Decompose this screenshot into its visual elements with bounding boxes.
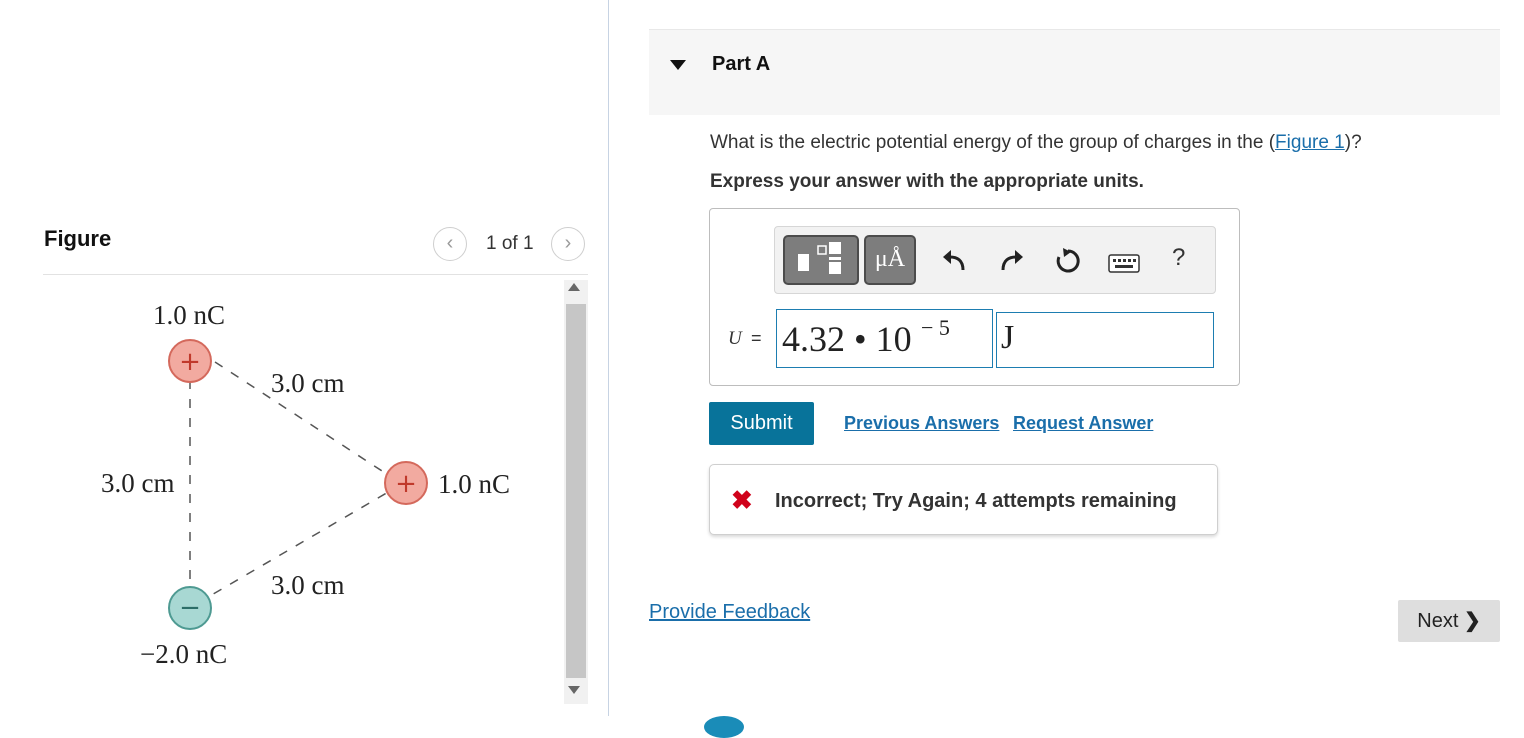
instruction-text: Express your answer with the appropriate… bbox=[710, 171, 1144, 192]
distance-label-bottom-right: 3.0 cm bbox=[271, 570, 345, 600]
figure-link[interactable]: Figure 1 bbox=[1275, 132, 1345, 153]
provide-feedback-link[interactable]: Provide Feedback bbox=[649, 601, 810, 624]
next-button-label: Next bbox=[1417, 610, 1459, 632]
charge-label-right: 1.0 nC bbox=[438, 469, 510, 499]
scroll-up-arrow-icon[interactable] bbox=[568, 283, 580, 291]
chevron-right-icon: › bbox=[564, 232, 572, 254]
x-icon: ✖ bbox=[731, 485, 753, 515]
figure-title: Figure bbox=[44, 226, 112, 251]
value-input-text[interactable]: 4.32 • 10 bbox=[782, 318, 912, 360]
question-text: What is the electric potential energy of… bbox=[710, 132, 1362, 153]
charge-label-top: 1.0 nC bbox=[153, 300, 225, 330]
part-title: Part A bbox=[712, 53, 771, 75]
previous-figure-button[interactable]: ‹ bbox=[433, 227, 467, 261]
panel-divider bbox=[608, 0, 609, 716]
part-header[interactable] bbox=[649, 29, 1500, 115]
keyboard-icon[interactable] bbox=[1108, 254, 1140, 274]
help-bubble-icon[interactable] bbox=[704, 716, 744, 738]
distance-label-left: 3.0 cm bbox=[101, 468, 175, 498]
chevron-left-icon: ‹ bbox=[446, 232, 454, 254]
charge-label-bottom: −2.0 nC bbox=[140, 639, 227, 669]
feedback-message: Incorrect; Try Again; 4 attempts remaini… bbox=[775, 490, 1177, 512]
units-button[interactable]: μÅ bbox=[864, 235, 916, 285]
redo-icon[interactable] bbox=[997, 246, 1027, 276]
figure-divider bbox=[43, 274, 588, 275]
negative-charge-bottom: − bbox=[168, 586, 212, 630]
value-exponent[interactable]: − 5 bbox=[921, 315, 950, 341]
templates-button[interactable] bbox=[783, 235, 859, 285]
units-input-text[interactable]: J bbox=[1001, 319, 1014, 357]
distance-label-top-right: 3.0 cm bbox=[271, 368, 345, 398]
scroll-down-arrow-icon[interactable] bbox=[568, 686, 580, 694]
next-button[interactable]: Next ❯ bbox=[1398, 600, 1500, 642]
scrollbar-thumb[interactable] bbox=[566, 304, 586, 678]
positive-charge-top: + bbox=[168, 339, 212, 383]
svg-text:−: − bbox=[179, 593, 201, 623]
units-input[interactable] bbox=[996, 312, 1214, 368]
svg-text:+: + bbox=[179, 347, 201, 377]
help-button[interactable]: ? bbox=[1172, 244, 1185, 272]
reset-icon[interactable] bbox=[1053, 246, 1083, 276]
next-figure-button[interactable]: › bbox=[551, 227, 585, 261]
fraction-template-icon bbox=[798, 242, 841, 274]
variable-label: U bbox=[728, 328, 742, 349]
positive-charge-right: + bbox=[384, 461, 428, 505]
caret-down-icon[interactable] bbox=[670, 60, 686, 70]
svg-text:+: + bbox=[395, 469, 417, 499]
undo-icon[interactable] bbox=[939, 246, 969, 276]
equals-sign: = bbox=[751, 328, 762, 348]
chevron-right-icon: ❯ bbox=[1463, 610, 1481, 632]
request-answer-link[interactable]: Request Answer bbox=[1013, 413, 1153, 434]
submit-button[interactable]: Submit bbox=[709, 402, 814, 445]
figure-page-counter: 1 of 1 bbox=[486, 233, 534, 254]
charge-figure: + + − 1.0 nC 1.0 nC −2.0 nC 3.0 cm 3.0 c… bbox=[101, 300, 510, 669]
previous-answers-link[interactable]: Previous Answers bbox=[844, 413, 999, 434]
